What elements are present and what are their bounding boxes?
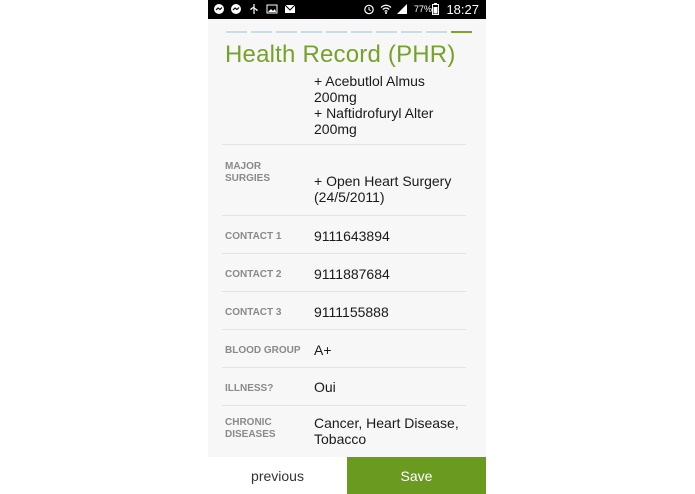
mail-icon [284,4,296,13]
progress-step [276,31,297,33]
contact-3-row[interactable]: CONTACT 3 9111155888 [222,292,466,330]
messenger-icon [214,4,224,14]
illness-label: ILLNESS? [225,383,274,394]
messenger-icon [231,4,241,14]
page-title: Health Record (PHR) [225,41,456,68]
status-bar: 77% 18:27 [208,0,486,19]
medications-row: + Acebutlol Almus 200mg + Naftidrofuryl … [222,72,466,145]
contact-2-value[interactable]: 9111887684 [314,266,390,282]
major-surgeries-value: + Open Heart Surgery (24/5/2011) [314,173,452,205]
usb-icon [250,4,258,14]
progress-step [251,31,272,33]
clock: 18:27 [446,2,479,17]
progress-step [326,31,347,33]
chronic-diseases-label: CHRONIC DISEASES [225,417,276,440]
major-surgeries-label: MAJOR SURGIES [225,161,271,184]
blood-group-label: BLOOD GROUP [225,345,301,356]
alarm-icon [364,4,374,15]
bottom-action-bar: previous Save [208,457,486,494]
progress-step [426,31,447,33]
contact-2-label: CONTACT 2 [225,269,282,280]
contact-1-row[interactable]: CONTACT 1 9111643894 [222,216,466,254]
previous-button[interactable]: previous [208,457,347,494]
contact-3-value[interactable]: 9111155888 [314,304,389,320]
wifi-icon [380,4,392,14]
save-button[interactable]: Save [347,457,486,494]
contact-2-row[interactable]: CONTACT 2 9111887684 [222,254,466,292]
contact-1-value[interactable]: 9111643894 [314,228,390,244]
progress-step [301,31,322,33]
illness-value: Oui [314,379,336,395]
phone-screen: 77% 18:27 Health Record (PHR) + Acebutlo… [208,0,486,494]
contact-1-label: CONTACT 1 [225,231,282,242]
progress-step [401,31,422,33]
battery-percent: 77% [413,4,432,14]
signal-icon [397,4,407,14]
illness-row: ILLNESS? Oui [222,368,466,406]
chronic-diseases-row: CHRONIC DISEASES Cancer, Heart Disease, … [222,406,466,456]
progress-step [376,31,397,33]
battery-icon [432,3,439,15]
major-surgeries-row: MAJOR SURGIES + Open Heart Surgery (24/5… [222,145,466,216]
progress-step [451,31,472,33]
progress-step [351,31,372,33]
contact-3-label: CONTACT 3 [225,307,282,318]
blood-group-row: BLOOD GROUP A+ [222,330,466,368]
image-icon [266,4,278,14]
medications-value: + Acebutlol Almus 200mg + Naftidrofuryl … [314,73,434,137]
record-list: + Acebutlol Almus 200mg + Naftidrofuryl … [222,72,466,456]
chronic-diseases-value: Cancer, Heart Disease, Tobacco [314,415,459,447]
step-progress [226,31,472,34]
progress-step [226,31,247,33]
blood-group-value: A+ [314,342,332,358]
